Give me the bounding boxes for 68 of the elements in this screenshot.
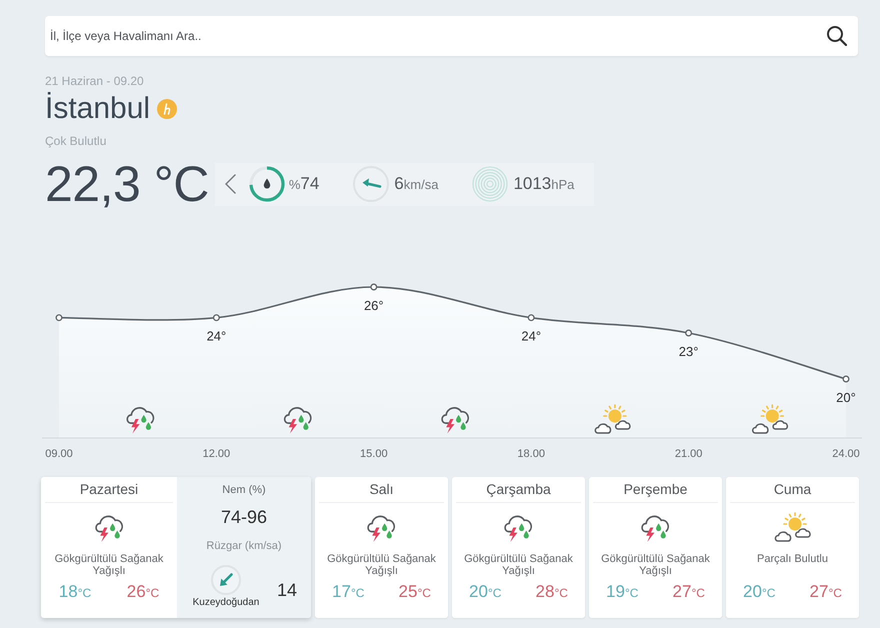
search-field[interactable]: İl, İlçe veya Havalimanı Ara.. bbox=[45, 16, 858, 56]
condition-text: Parçalı Bulutlu bbox=[757, 553, 828, 565]
day-card[interactable]: Perşembe Gökgürültülü Sağanak Yağışlı 19°C 27°C bbox=[589, 477, 722, 618]
low-temperature: 20°C bbox=[469, 582, 502, 603]
data-point bbox=[212, 314, 220, 322]
wind-direction-icon bbox=[211, 565, 241, 595]
day-name: Perşembe bbox=[624, 481, 688, 497]
low-temperature: 20°C bbox=[743, 582, 776, 603]
humidity-value: %74 bbox=[288, 174, 320, 194]
day-card[interactable]: Cuma Parçalı Bulutlu 20°C 27°C bbox=[726, 477, 859, 618]
time-label: 18.00 bbox=[517, 448, 545, 460]
time-label: 15.00 bbox=[360, 448, 388, 460]
sun-cloud-icon bbox=[752, 405, 788, 433]
storm-cloud-icon bbox=[284, 408, 311, 434]
condition-text: Gökgürültülü Sağanak Yağışlı bbox=[327, 553, 436, 577]
data-point bbox=[685, 330, 692, 336]
high-temperature: 26°C bbox=[126, 582, 160, 603]
search-icon[interactable] bbox=[827, 26, 847, 46]
time-label: 12.00 bbox=[202, 448, 230, 460]
humidity-label: Nem (%) bbox=[222, 483, 266, 497]
time-label: 21.00 bbox=[674, 448, 702, 460]
wind-speed-value: 14 bbox=[277, 580, 298, 600]
day-card[interactable]: Pazartesi Gökgürültülü Sağanak Yağışlı 18°C 26°C Nem (%) 74-96 Rüzgar (km/sa) Kuzeydoğudan 14 bbox=[41, 477, 311, 618]
data-point bbox=[528, 314, 535, 322]
chevron-left-icon[interactable] bbox=[224, 174, 236, 194]
wind-label: Rüzgar (km/sa) bbox=[206, 539, 282, 553]
low-temperature: 17°C bbox=[332, 582, 364, 603]
day-name: Cuma bbox=[774, 481, 812, 497]
sun-cloud-icon bbox=[595, 405, 630, 433]
low-temperature: 18°C bbox=[58, 582, 92, 603]
wind-direction-icon bbox=[352, 165, 390, 203]
city-name: İstanbul bbox=[45, 92, 150, 126]
condition-text: Çok Bulutlu bbox=[45, 134, 106, 148]
wind-speed-value: 6km/sa bbox=[394, 174, 438, 194]
low-temperature: 19°C bbox=[606, 582, 638, 603]
sun-cloud-icon bbox=[774, 512, 812, 542]
data-label: 24° bbox=[521, 328, 542, 344]
day-card[interactable]: Çarşamba Gökgürültülü Sağanak Yağışlı 20°C 28°C bbox=[452, 477, 585, 618]
day-name: Pazartesi bbox=[80, 481, 138, 497]
day-name: Çarşamba bbox=[486, 481, 551, 497]
humidity-range: 74-96 bbox=[220, 506, 268, 528]
condition-text: Gökgürültülü Sağanak Yağışlı bbox=[54, 553, 164, 577]
time-label: 24.00 bbox=[832, 448, 860, 460]
date-time-text: 21 Haziran - 09.20 bbox=[45, 74, 144, 88]
badge-icon bbox=[157, 99, 178, 119]
high-temperature: 27°C bbox=[672, 582, 705, 603]
pressure-icon bbox=[471, 165, 510, 203]
data-label: 26° bbox=[364, 298, 384, 313]
current-temperature: 22,3 °C bbox=[45, 158, 209, 210]
drop-icon bbox=[264, 178, 270, 188]
data-point bbox=[842, 376, 850, 382]
data-point bbox=[56, 314, 62, 322]
condition-text: Gökgürültülü Sağanak Yağışlı bbox=[464, 553, 573, 577]
high-temperature: 25°C bbox=[398, 582, 431, 603]
data-label: 23° bbox=[678, 344, 698, 359]
storm-cloud-icon bbox=[127, 408, 154, 434]
pressure-value: 1013hPa bbox=[513, 174, 574, 194]
day-name: Salı bbox=[369, 481, 394, 497]
data-point bbox=[370, 284, 378, 290]
high-temperature: 27°C bbox=[810, 582, 842, 603]
wind-direction-text: Kuzeydoğudan bbox=[192, 597, 260, 609]
high-temperature: 28°C bbox=[536, 582, 568, 603]
storm-cloud-icon bbox=[442, 408, 468, 434]
time-label: 09.00 bbox=[45, 448, 73, 460]
data-label: 20° bbox=[836, 390, 856, 405]
data-label: 24° bbox=[206, 328, 226, 344]
condition-text: Gökgürültülü Sağanak Yağışlı bbox=[601, 553, 710, 577]
day-card[interactable]: Salı Gökgürültülü Sağanak Yağışlı 17°C 25°C bbox=[315, 477, 448, 618]
